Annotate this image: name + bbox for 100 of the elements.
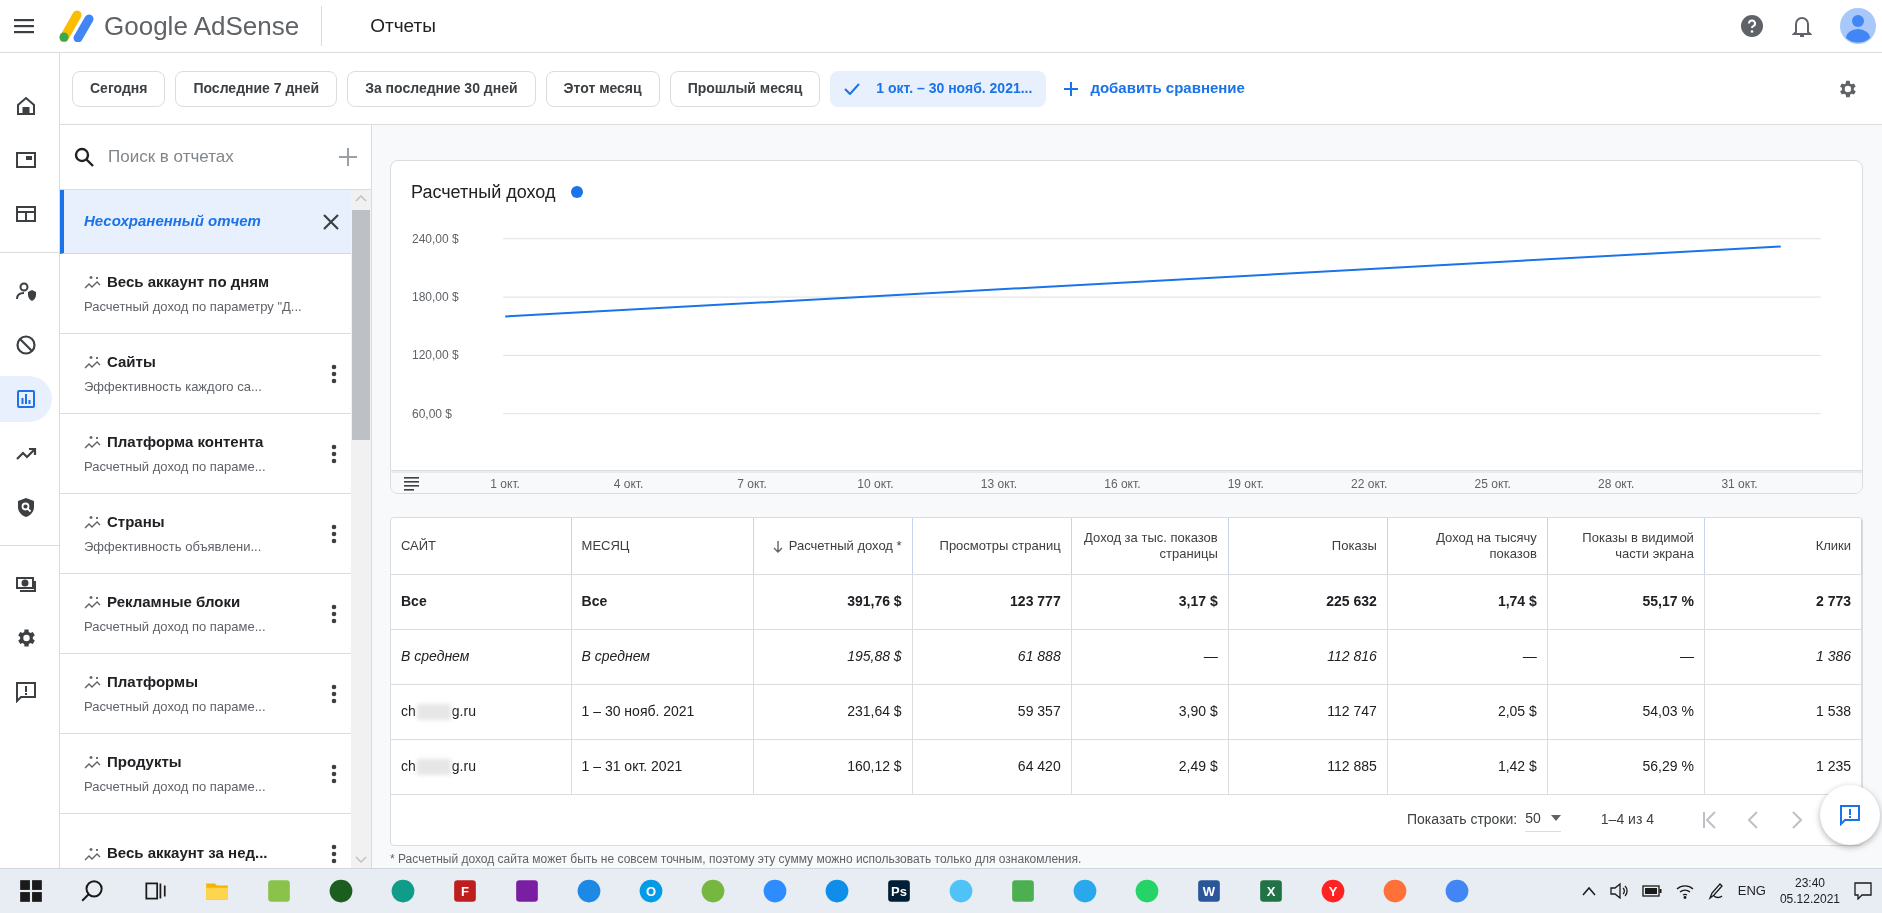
wifi-icon[interactable] (1675, 883, 1694, 899)
caret-icon (1550, 815, 1561, 822)
home-icon (15, 95, 37, 117)
sparkle-trend-icon (84, 355, 101, 370)
more-options-icon[interactable] (331, 683, 337, 704)
report-search-field[interactable]: Поиск в отчетах (108, 144, 339, 170)
shield-search-icon (15, 496, 37, 518)
input-language[interactable]: ENG (1737, 881, 1766, 901)
x-axis-label: 4 окт. (613, 476, 644, 492)
table-cell: 3,90 $ (1071, 684, 1229, 739)
report-description: Расчетный доход по параме... (84, 777, 267, 796)
table-cell: 2,05 $ (1387, 684, 1548, 739)
site-name-start: ch (401, 758, 416, 774)
taskbar-app-icon[interactable]: W (1196, 878, 1222, 904)
x-axis-label: 13 окт. (980, 476, 1018, 492)
nav-rail-item[interactable] (0, 376, 52, 422)
report-title: Платформа контента (107, 432, 264, 452)
sparkle-trend-icon (84, 755, 101, 770)
column-header[interactable]: Просмотры страниц (912, 518, 1072, 574)
search-icon[interactable] (80, 878, 106, 904)
column-header[interactable]: Клики (1704, 518, 1862, 574)
table-cell: 2 773 (1704, 574, 1862, 629)
site-name-end: g.ru (451, 758, 476, 774)
close-icon[interactable] (323, 213, 339, 230)
sparkle-trend-icon (84, 275, 101, 290)
x-axis-label: 1 окт. (490, 476, 520, 492)
table-cell: 112 885 (1228, 739, 1388, 794)
table-cell: Все (391, 574, 572, 629)
more-options-icon[interactable] (331, 843, 337, 864)
rows-per-page-label: Показать строки: (1407, 810, 1518, 830)
table-cell: 64 420 (912, 739, 1072, 794)
pen-icon[interactable] (1707, 882, 1724, 900)
column-header[interactable]: Показы (1228, 518, 1388, 574)
table-cell: 2,49 $ (1071, 739, 1229, 794)
x-axis-label: 28 окт. (1598, 476, 1635, 492)
date-range-chip[interactable]: Сегодня (72, 70, 166, 107)
date-range-chip[interactable]: Этот месяц (545, 70, 660, 107)
site-name-end: g.ru (451, 703, 476, 719)
avatar-icon[interactable] (1840, 8, 1876, 44)
report-list-item[interactable]: Несохраненный отчет (60, 190, 351, 254)
report-description: Расчетный доход по параме... (84, 457, 267, 476)
chart-table-toggle-icon[interactable] (404, 477, 419, 491)
more-options-icon[interactable] (331, 363, 337, 384)
more-options-icon[interactable] (331, 763, 337, 784)
more-options-icon[interactable] (331, 603, 337, 624)
more-options-icon[interactable] (331, 443, 337, 464)
report-title: Рекламные блоки (107, 592, 241, 612)
table-cell: 1,42 $ (1387, 739, 1548, 794)
report-title: Платформы (107, 672, 198, 692)
notifications-bell-icon[interactable] (1792, 14, 1812, 38)
table-cell: В среднем (391, 629, 572, 684)
table-cell: — (1547, 629, 1705, 684)
column-header[interactable]: МЕСЯЦ (571, 518, 754, 574)
add-comparison-link[interactable]: добавить сравнение (1064, 77, 1245, 100)
taskbar-app-icon[interactable] (576, 878, 602, 904)
date-range-chip[interactable]: 1 окт. – 30 нояб. 2021... (830, 70, 1047, 107)
windows-start-icon[interactable] (18, 878, 44, 904)
column-header[interactable]: Показы в видимой части экрана (1547, 518, 1705, 574)
column-header[interactable]: Доход на тысячу показов (1387, 518, 1548, 574)
date-range-chip[interactable]: За последние 30 дней (347, 70, 536, 107)
table-cell: 1 386 (1704, 629, 1862, 684)
taskbar-app-icon[interactable]: Y (1320, 878, 1346, 904)
clock[interactable]: 23:40 05.12.2021 (1779, 875, 1840, 907)
taskbar-app-icon[interactable]: Ps (886, 878, 912, 904)
table-cell: — (1387, 629, 1548, 684)
more-options-icon[interactable] (331, 523, 337, 544)
menu-icon[interactable] (14, 18, 34, 34)
column-header[interactable]: Расчетный доход * (753, 518, 913, 574)
y-axis-label: 180,00 $ (412, 289, 459, 306)
volume-icon[interactable] (1609, 883, 1628, 899)
x-axis-label: 22 окт. (1351, 476, 1388, 492)
notification-icon[interactable] (1854, 882, 1872, 900)
x-axis-label: 16 окт. (1104, 476, 1141, 492)
battery-icon[interactable] (1641, 885, 1662, 897)
help-icon[interactable] (1740, 14, 1764, 38)
check-icon (844, 82, 861, 95)
date-range-chip[interactable]: Прошлый месяц (669, 70, 821, 107)
taskbar-app-icon[interactable]: F (452, 878, 478, 904)
footnote: * Расчетный доход сайта может быть не совсем точным, поэтому эту сумму можно использовать только для ознакомления. (390, 851, 1083, 868)
taskbar-app-icon[interactable] (514, 878, 540, 904)
rows-per-page-dropdown[interactable]: 50 (1525, 807, 1561, 832)
taskbar-app-icon[interactable] (824, 878, 850, 904)
search-icon (74, 147, 94, 167)
add-report-icon[interactable] (339, 148, 357, 166)
sparkle-trend-icon (84, 675, 101, 690)
column-header[interactable]: САЙТ (391, 518, 572, 574)
column-header[interactable]: Доход за тыс. показов страницы (1071, 518, 1229, 574)
taskbar-app-icon[interactable] (1444, 878, 1470, 904)
taskbar-app-icon[interactable] (390, 878, 416, 904)
chevron-up-icon[interactable] (1581, 886, 1596, 896)
report-description: Расчетный доход по параме... (84, 697, 267, 716)
taskbar-app-icon[interactable]: X (1258, 878, 1284, 904)
report-description: Эффективность объявлени... (84, 537, 263, 556)
date-range-chip[interactable]: Последние 7 дней (175, 70, 338, 107)
taskbar-app-icon[interactable] (328, 878, 354, 904)
page-layout-icon (15, 203, 37, 225)
plus-icon (1064, 81, 1079, 96)
report-title: Весь аккаунт по дням (107, 272, 270, 292)
x-axis-label: 25 окт. (1474, 476, 1511, 492)
report-title: Сайты (107, 352, 156, 372)
